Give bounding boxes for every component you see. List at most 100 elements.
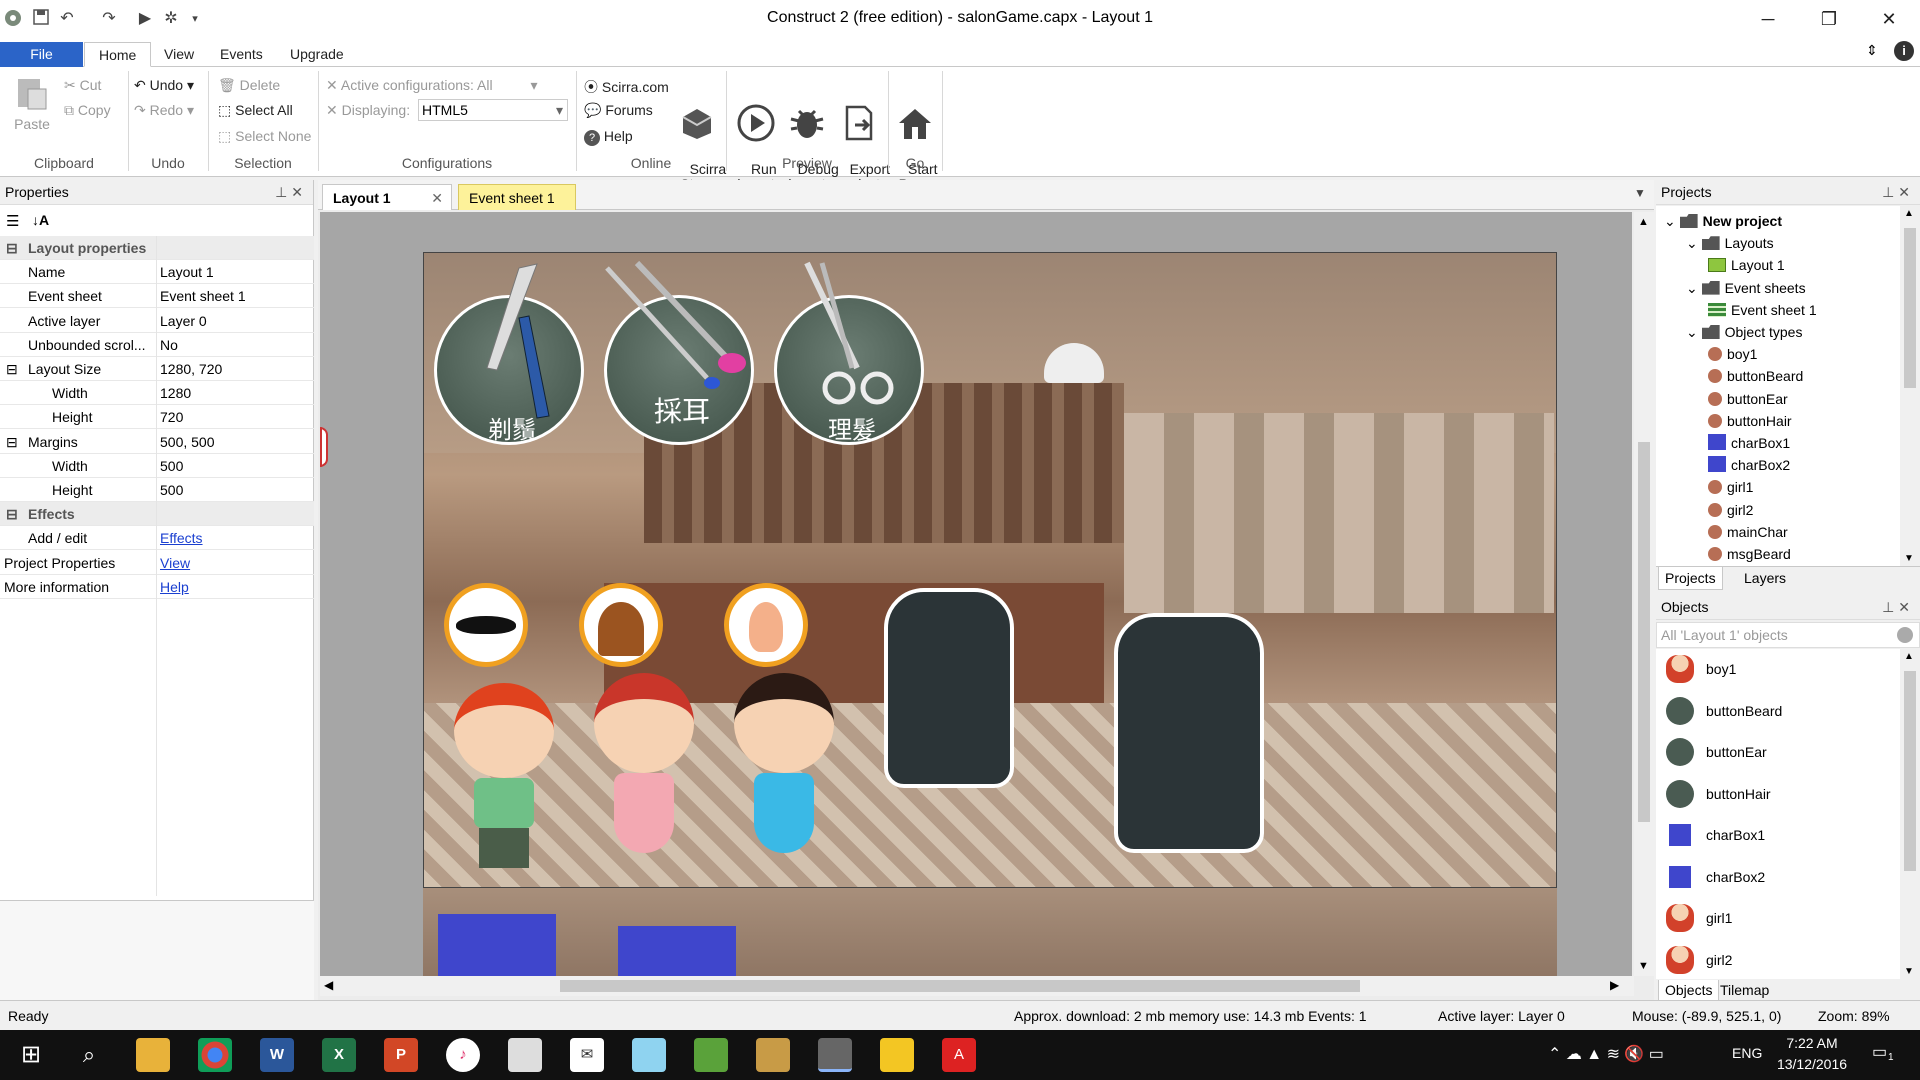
tab-projects[interactable]: Projects (1658, 567, 1723, 590)
start-icon[interactable]: ⊞ (14, 1038, 48, 1072)
tab-upgrade[interactable]: Upgrade (276, 42, 358, 67)
object-list-item[interactable]: charBox1 (1666, 815, 1896, 855)
chrome-icon[interactable] (198, 1038, 232, 1072)
maximize-button[interactable]: ❐ (1806, 4, 1852, 34)
redo-button[interactable]: ↷ Redo ▾ (134, 102, 194, 119)
sort-alpha-icon[interactable]: ↓A (32, 212, 49, 228)
property-row[interactable]: ⊟ Layout properties (0, 236, 314, 260)
tab-tilemap[interactable]: Tilemap (1720, 980, 1769, 1000)
button-beard[interactable]: 剃鬚 (434, 263, 584, 445)
tab-objects[interactable]: Objects (1658, 980, 1720, 1001)
tab-list-dropdown-icon[interactable]: ▼ (1634, 186, 1646, 200)
ribbon-collapse-icon[interactable]: ⇕ (1866, 42, 1878, 59)
property-row[interactable]: Width 1280 (0, 381, 314, 406)
app-icon-blue[interactable] (632, 1038, 666, 1072)
property-row[interactable]: Width 500 (0, 454, 314, 478)
expand-icon[interactable]: ⌄ (1686, 280, 1702, 296)
acrobat-icon[interactable]: A (942, 1038, 976, 1072)
property-link[interactable]: View (160, 551, 190, 575)
delete-button[interactable]: 🗑 Delete (218, 77, 280, 94)
button-ear[interactable]: 採耳 (604, 260, 754, 445)
tab-event-sheet-1[interactable]: Event sheet 1 (458, 184, 576, 210)
projects-scrollbar[interactable]: ▲ ▼ (1900, 206, 1920, 566)
msg-ear[interactable] (724, 583, 808, 667)
clock-date[interactable]: 13/12/2016 (1770, 1056, 1854, 1072)
property-row[interactable]: More information Help (0, 575, 314, 599)
object-list-item[interactable]: boy1 (1666, 649, 1896, 689)
copy-button[interactable]: ⧉ Copy (64, 102, 111, 119)
barber-chair-2[interactable] (1114, 613, 1264, 853)
horizontal-scrollbar[interactable]: ◀ ▶ (320, 976, 1634, 996)
property-row[interactable]: ⊟ Layout Size 1280, 720 (0, 357, 314, 381)
tab-home[interactable]: Home (84, 42, 152, 67)
objects-scrollbar[interactable]: ▲ ▼ (1900, 649, 1920, 979)
layout-canvas[interactable]: 剃鬚 採耳 理髮 (320, 212, 1632, 976)
property-row[interactable]: Name Layout 1 (0, 260, 314, 285)
msg-beard[interactable] (444, 583, 528, 667)
property-row[interactable]: Event sheet Event sheet 1 (0, 284, 314, 309)
expand-icon[interactable]: ⌄ (1686, 324, 1702, 340)
object-list-item[interactable]: buttonBeard (1666, 691, 1896, 731)
char-box-1[interactable] (438, 914, 556, 976)
object-list-item[interactable]: buttonEar (1666, 732, 1896, 772)
tray-icons[interactable]: ⌃ ☁ ▲ ≋ 🔇 ▭ (1548, 1044, 1664, 1064)
character-girl2[interactable] (724, 673, 844, 883)
expand-icon[interactable]: ⌄ (1686, 235, 1702, 251)
info-icon[interactable]: i (1894, 41, 1914, 61)
property-link[interactable]: Help (160, 575, 189, 599)
scirra-link[interactable]: ⦿ Scirra.com (584, 77, 669, 97)
object-list-item[interactable]: girl2 (1666, 940, 1896, 980)
project-tree-item[interactable]: ⌄ New project (1664, 210, 1782, 232)
active-configurations-dropdown[interactable]: ✕ Active configurations: All ▾ (326, 77, 538, 94)
project-tree-item[interactable]: girl2 (1708, 499, 1753, 521)
undo-button[interactable]: ↶ Undo ▾ (134, 77, 194, 94)
object-list-item[interactable]: buttonHair (1666, 774, 1896, 814)
notification-icon[interactable]: ▭ 1 (1872, 1042, 1900, 1066)
collapse-icon[interactable]: ⊟ (6, 430, 18, 454)
displaying-select[interactable]: HTML5 ▾ (418, 99, 568, 121)
collapse-icon[interactable]: ⊟ (6, 502, 18, 526)
categorized-view-icon[interactable]: ☰ (6, 212, 19, 230)
word-icon[interactable]: W (260, 1038, 294, 1072)
button-hair[interactable]: 理髮 (774, 261, 924, 445)
project-tree-item[interactable]: mainChar (1708, 521, 1788, 543)
app-icon-green[interactable] (694, 1038, 728, 1072)
project-tree-item[interactable]: ⌄ Object types (1686, 321, 1802, 343)
app-icon-yellow[interactable] (880, 1038, 914, 1072)
minimize-button[interactable]: ─ (1745, 4, 1791, 34)
character-boy1[interactable] (444, 683, 564, 883)
project-tree-item[interactable]: boy1 (1708, 343, 1757, 365)
project-tree-item[interactable]: girl1 (1708, 476, 1753, 498)
tab-layers[interactable]: Layers (1744, 567, 1786, 589)
project-tree-item[interactable]: Event sheet 1 (1708, 299, 1817, 321)
property-row[interactable]: Project Properties View (0, 551, 314, 575)
select-none-button[interactable]: ⬚ Select None (218, 128, 311, 145)
mail-icon[interactable]: ✉ (570, 1038, 604, 1072)
tab-layout-1[interactable]: Layout 1 ✕ (322, 184, 452, 210)
property-row[interactable]: Active layer Layer 0 (0, 309, 314, 333)
search-icon[interactable]: ⌕ (72, 1038, 106, 1072)
forums-link[interactable]: 💬 Forums (584, 102, 653, 119)
tab-file[interactable]: File (0, 42, 83, 67)
msg-hair[interactable] (579, 583, 663, 667)
language-indicator[interactable]: ENG (1732, 1045, 1762, 1061)
property-row[interactable]: ⊟ Effects (0, 502, 314, 527)
powerpoint-icon[interactable]: P (384, 1038, 418, 1072)
property-row[interactable]: Add / edit Effects (0, 526, 314, 551)
offscreen-object[interactable] (320, 427, 328, 467)
vertical-scrollbar[interactable]: ▲ ▼ (1634, 212, 1654, 976)
expand-icon[interactable]: ⌄ (1664, 213, 1680, 229)
project-tree-item[interactable]: buttonBeard (1708, 365, 1803, 387)
project-tree-item[interactable]: charBox1 (1708, 432, 1790, 454)
close-button[interactable]: ✕ (1866, 4, 1912, 34)
project-tree-item[interactable]: msgBeard (1708, 543, 1791, 565)
project-tree-item[interactable]: ⌄ Layouts (1686, 232, 1774, 254)
tab-view[interactable]: View (150, 42, 208, 67)
object-list-item[interactable]: girl1 (1666, 898, 1896, 938)
excel-icon[interactable]: X (322, 1038, 356, 1072)
property-link[interactable]: Effects (160, 526, 203, 550)
app-icon-sublime[interactable] (756, 1038, 790, 1072)
itunes-icon[interactable]: ♪ (446, 1038, 480, 1072)
property-row[interactable]: ⊟ Margins 500, 500 (0, 430, 314, 454)
char-box-2[interactable] (618, 926, 736, 976)
